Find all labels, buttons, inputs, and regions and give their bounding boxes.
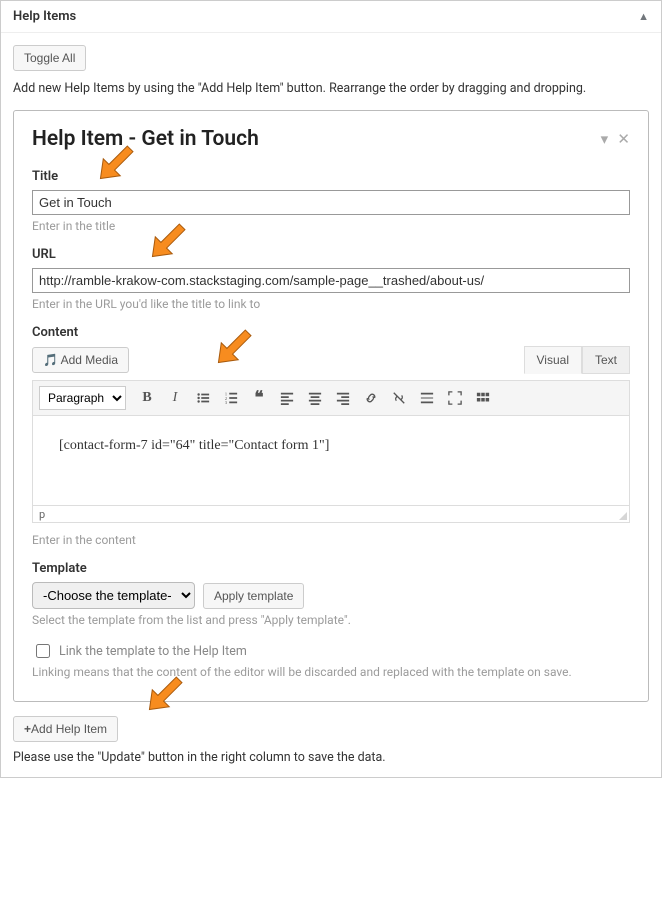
editor-tabs: VisualText [524, 346, 630, 374]
title-label: Title [32, 169, 630, 184]
italic-icon[interactable]: I [162, 385, 188, 411]
format-select[interactable]: Paragraph [39, 386, 126, 410]
editor-path: p [39, 508, 45, 521]
align-left-icon[interactable] [274, 385, 300, 411]
content-label: Content [32, 325, 630, 340]
add-media-label: Add Media [61, 353, 118, 367]
help-items-panel: Help Items ▲ Toggle All Add new Help Ite… [0, 0, 662, 778]
content-hint: Enter in the content [32, 533, 630, 547]
panel-title: Help Items [13, 9, 76, 24]
svg-text:3: 3 [225, 400, 228, 405]
add-help-item-button[interactable]: +Add Help Item [13, 716, 118, 742]
toolbar-toggle-icon[interactable] [470, 385, 496, 411]
plus-icon: + [24, 722, 31, 736]
card-close-icon[interactable]: ✕ [617, 130, 630, 148]
url-group: URL Enter in the URL you'd like the titl… [32, 247, 630, 311]
collapse-icon[interactable]: ▲ [638, 10, 649, 23]
url-hint: Enter in the URL you'd like the title to… [32, 297, 630, 311]
url-input[interactable] [32, 268, 630, 293]
help-item-card: Help Item - Get in Touch ▾ ✕ Title Enter… [13, 110, 649, 702]
link-template-hint: Linking means that the content of the ed… [32, 665, 630, 679]
link-template-checkbox[interactable] [36, 644, 50, 658]
editor-toolbar: Paragraph B I 123 ❝ [32, 380, 630, 416]
tab-text[interactable]: Text [582, 346, 630, 374]
title-group: Title Enter in the title [32, 169, 630, 233]
template-select[interactable]: -Choose the template- [32, 582, 195, 609]
template-group: Template -Choose the template- Apply tem… [32, 561, 630, 679]
footer-note: Please use the "Update" button in the ri… [13, 750, 649, 765]
panel-body: Toggle All Add new Help Items by using t… [1, 33, 661, 777]
card-collapse-icon[interactable]: ▾ [601, 130, 609, 148]
editor-content[interactable]: [contact-form-7 id="64" title="Contact f… [32, 416, 630, 506]
bold-icon[interactable]: B [134, 385, 160, 411]
editor-status-bar: p [32, 506, 630, 523]
media-icon: 🎵 [43, 353, 58, 367]
add-help-item-label: Add Help Item [31, 722, 107, 736]
panel-header: Help Items ▲ [1, 1, 661, 33]
intro-text: Add new Help Items by using the "Add Hel… [13, 81, 649, 96]
title-hint: Enter in the title [32, 219, 630, 233]
title-input[interactable] [32, 190, 630, 215]
align-right-icon[interactable] [330, 385, 356, 411]
template-label: Template [32, 561, 630, 576]
tab-visual[interactable]: Visual [524, 346, 582, 374]
url-label: URL [32, 247, 630, 262]
fullscreen-icon[interactable] [442, 385, 468, 411]
template-hint: Select the template from the list and pr… [32, 613, 630, 627]
editor: 🎵 Add Media VisualText Paragraph B I [32, 346, 630, 523]
card-title: Help Item - Get in Touch [32, 127, 259, 151]
numbered-list-icon[interactable]: 123 [218, 385, 244, 411]
card-header: Help Item - Get in Touch ▾ ✕ [32, 127, 630, 151]
apply-template-button[interactable]: Apply template [203, 583, 304, 609]
align-center-icon[interactable] [302, 385, 328, 411]
readmore-icon[interactable] [414, 385, 440, 411]
content-group: Content 🎵 Add Media VisualText Par [32, 325, 630, 547]
unlink-icon[interactable] [386, 385, 412, 411]
bullet-list-icon[interactable] [190, 385, 216, 411]
toggle-all-button[interactable]: Toggle All [13, 45, 86, 71]
resize-handle-icon[interactable] [617, 510, 627, 520]
link-template-label: Link the template to the Help Item [59, 644, 247, 659]
blockquote-icon[interactable]: ❝ [246, 385, 272, 411]
link-icon[interactable] [358, 385, 384, 411]
add-media-button[interactable]: 🎵 Add Media [32, 347, 129, 373]
